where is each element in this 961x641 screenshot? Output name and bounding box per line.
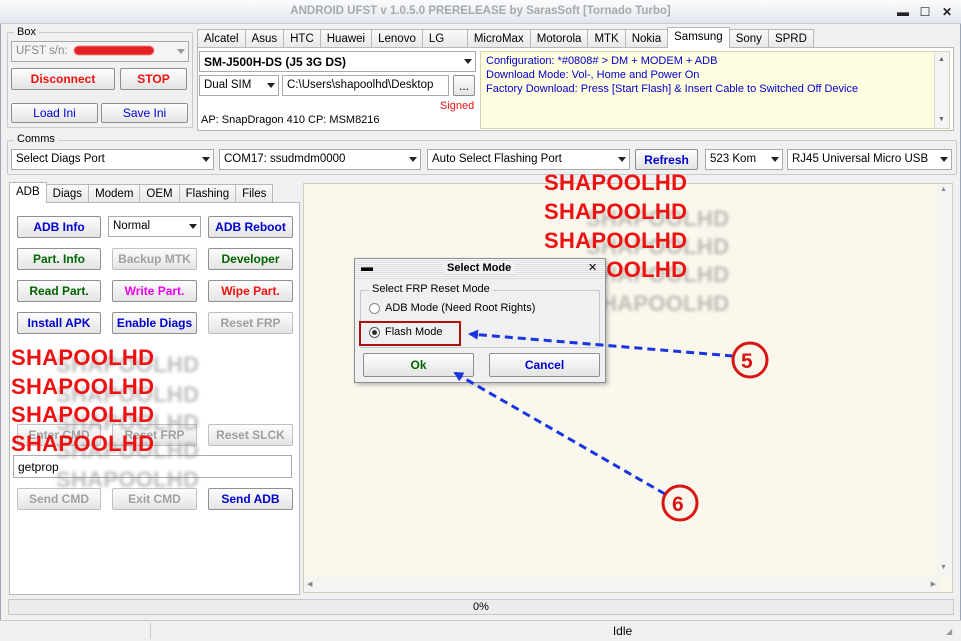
annotation-overlay: 5 6 [453,329,769,522]
callout-6-text: 6 [672,493,684,516]
callout-5-text: 5 [741,350,753,373]
arrow-to-flash-mode [468,329,734,358]
tab-samsung[interactable]: Samsung [667,27,730,48]
arrow-to-ok-button [453,371,666,496]
tab-adb[interactable]: ADB [9,182,47,203]
